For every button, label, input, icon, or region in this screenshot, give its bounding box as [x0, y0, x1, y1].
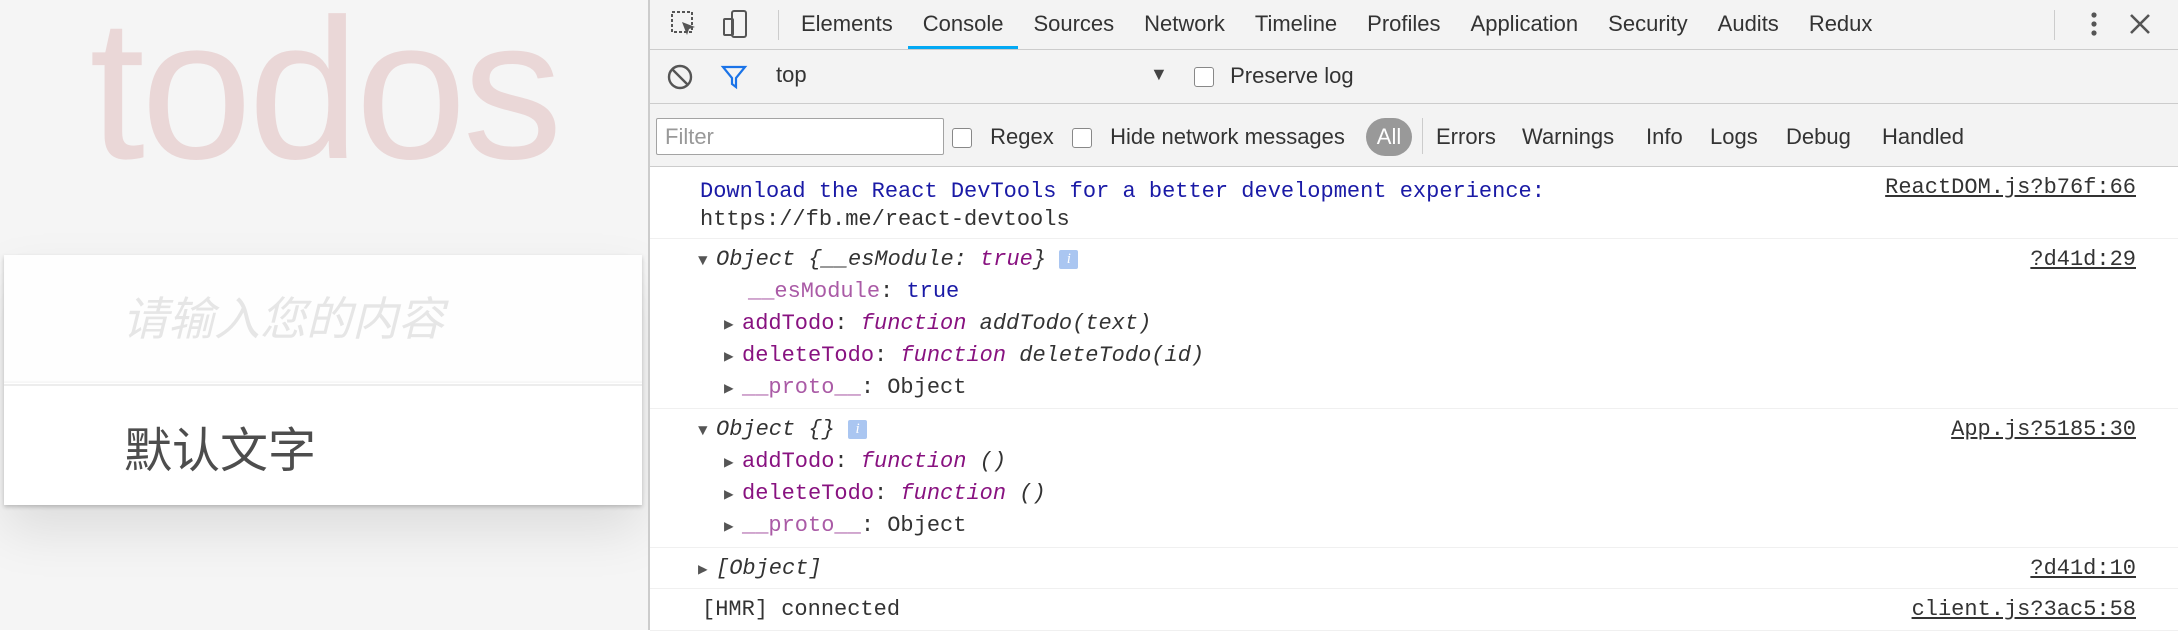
- message-text: Download the React DevTools for a better…: [700, 179, 1545, 204]
- regex-label: Regex: [990, 124, 1054, 149]
- toolbar-divider: [778, 10, 779, 40]
- object-property[interactable]: ▶ __proto__: Object: [724, 513, 966, 538]
- devtools-panel: Elements Console Sources Network Timelin…: [648, 0, 2178, 631]
- inspect-element-icon[interactable]: [668, 8, 700, 40]
- console-message: ▼ Object {} i App.js?5185:30 ▶ addTodo: fu…: [650, 409, 2178, 548]
- console-message: ▼ Object {__esModule: true} i ?d41d:29 __…: [650, 239, 2178, 409]
- array-header[interactable]: ▶ [Object]: [698, 556, 822, 581]
- expand-triangle-icon[interactable]: ▼: [698, 252, 716, 270]
- level-errors-button[interactable]: Errors: [1436, 124, 1496, 150]
- message-text: [HMR] connected: [702, 597, 901, 622]
- todo-app: todos 默认文字: [0, 0, 648, 630]
- tab-timeline[interactable]: Timeline: [1240, 0, 1352, 49]
- console-message: Download the React DevTools for a better…: [650, 167, 2178, 239]
- preserve-log-label: Preserve log: [1230, 63, 1354, 88]
- tab-elements[interactable]: Elements: [786, 0, 908, 49]
- expand-triangle-icon[interactable]: ▶: [724, 484, 742, 504]
- tab-console[interactable]: Console: [907, 0, 1019, 49]
- chevron-down-icon[interactable]: ▼: [1150, 64, 1168, 85]
- source-link[interactable]: ?d41d:29: [2030, 247, 2136, 272]
- filter-input[interactable]: [656, 118, 944, 155]
- toolbar-divider: [2054, 10, 2055, 40]
- object-property[interactable]: ▶ deleteTodo: function deleteTodo(id): [724, 343, 1204, 368]
- object-property[interactable]: ▶ addTodo: function addTodo(text): [724, 311, 1151, 336]
- regex-checkbox[interactable]: [952, 128, 972, 149]
- level-debug-button[interactable]: Debug: [1786, 124, 1851, 150]
- expand-triangle-icon[interactable]: ▶: [724, 378, 742, 398]
- hide-network-checkbox[interactable]: [1072, 128, 1092, 149]
- preserve-log-checkbox[interactable]: [1194, 67, 1214, 88]
- new-todo-input[interactable]: [4, 255, 642, 383]
- source-link[interactable]: ?d41d:10: [2030, 556, 2136, 581]
- preserve-log-toggle[interactable]: Preserve log: [1194, 63, 1354, 89]
- filter-bar: Regex Hide network messages All Errors W…: [650, 104, 2178, 167]
- tab-redux[interactable]: Redux: [1794, 0, 1888, 49]
- devtools-tabs: Elements Console Sources Network Timelin…: [786, 0, 1887, 49]
- devtools-tabbar: Elements Console Sources Network Timelin…: [650, 0, 2178, 50]
- tab-profiles[interactable]: Profiles: [1352, 0, 1455, 49]
- source-link[interactable]: App.js?5185:30: [1951, 417, 2136, 442]
- todo-card: 默认文字: [4, 255, 642, 505]
- tab-application[interactable]: Application: [1456, 0, 1594, 49]
- app-title: todos: [89, 0, 562, 201]
- console-message: ▶ [Object] ?d41d:10: [650, 548, 2178, 589]
- filter-divider: [1422, 118, 1423, 154]
- regex-toggle[interactable]: Regex: [952, 124, 1054, 150]
- console-message: [HMR] connected client.js?3ac5:58: [650, 589, 2178, 631]
- source-link[interactable]: ReactDOM.js?b76f:66: [1885, 175, 2136, 200]
- hide-network-toggle[interactable]: Hide network messages: [1072, 124, 1345, 150]
- object-header[interactable]: ▼ Object {} i: [698, 417, 868, 442]
- tab-network[interactable]: Network: [1129, 0, 1240, 49]
- hide-network-label: Hide network messages: [1110, 124, 1345, 149]
- object-property[interactable]: ▶ deleteTodo: function (): [724, 481, 1046, 506]
- tab-audits[interactable]: Audits: [1703, 0, 1794, 49]
- message-link[interactable]: https://fb.me/react-devtools: [700, 207, 1070, 232]
- expand-triangle-icon[interactable]: ▼: [698, 422, 716, 440]
- object-property: __esModule: true: [748, 279, 960, 304]
- expand-triangle-icon[interactable]: ▶: [698, 559, 716, 579]
- info-icon[interactable]: i: [1059, 249, 1079, 269]
- device-toolbar-icon[interactable]: [720, 8, 752, 40]
- console-output: Download the React DevTools for a better…: [650, 167, 2178, 631]
- info-icon[interactable]: i: [848, 419, 868, 439]
- object-property[interactable]: ▶ addTodo: function (): [724, 449, 1006, 474]
- source-link[interactable]: client.js?3ac5:58: [1912, 597, 2136, 622]
- object-header[interactable]: ▼ Object {__esModule: true} i: [698, 247, 1079, 272]
- more-options-icon[interactable]: [2078, 8, 2110, 40]
- tab-sources[interactable]: Sources: [1018, 0, 1129, 49]
- level-warnings-button[interactable]: Warnings: [1522, 124, 1614, 150]
- tab-security[interactable]: Security: [1593, 0, 1702, 49]
- expand-triangle-icon[interactable]: ▶: [724, 346, 742, 366]
- level-all-button[interactable]: All: [1366, 118, 1412, 156]
- expand-triangle-icon[interactable]: ▶: [724, 314, 742, 334]
- todo-label: 默认文字: [124, 424, 317, 478]
- filter-icon[interactable]: [720, 63, 748, 91]
- expand-triangle-icon[interactable]: ▶: [724, 452, 742, 472]
- object-property[interactable]: ▶ __proto__: Object: [724, 375, 966, 400]
- expand-triangle-icon[interactable]: ▶: [724, 516, 742, 536]
- level-logs-button[interactable]: Logs: [1710, 124, 1758, 150]
- todo-item[interactable]: 默认文字: [4, 386, 642, 505]
- level-info-button[interactable]: Info: [1646, 124, 1683, 150]
- clear-console-icon[interactable]: [666, 63, 694, 91]
- console-toolbar: top ▼ Preserve log: [650, 50, 2178, 104]
- context-selector[interactable]: top: [776, 62, 807, 88]
- level-handled-button[interactable]: Handled: [1882, 124, 1964, 150]
- close-icon[interactable]: [2124, 8, 2156, 40]
